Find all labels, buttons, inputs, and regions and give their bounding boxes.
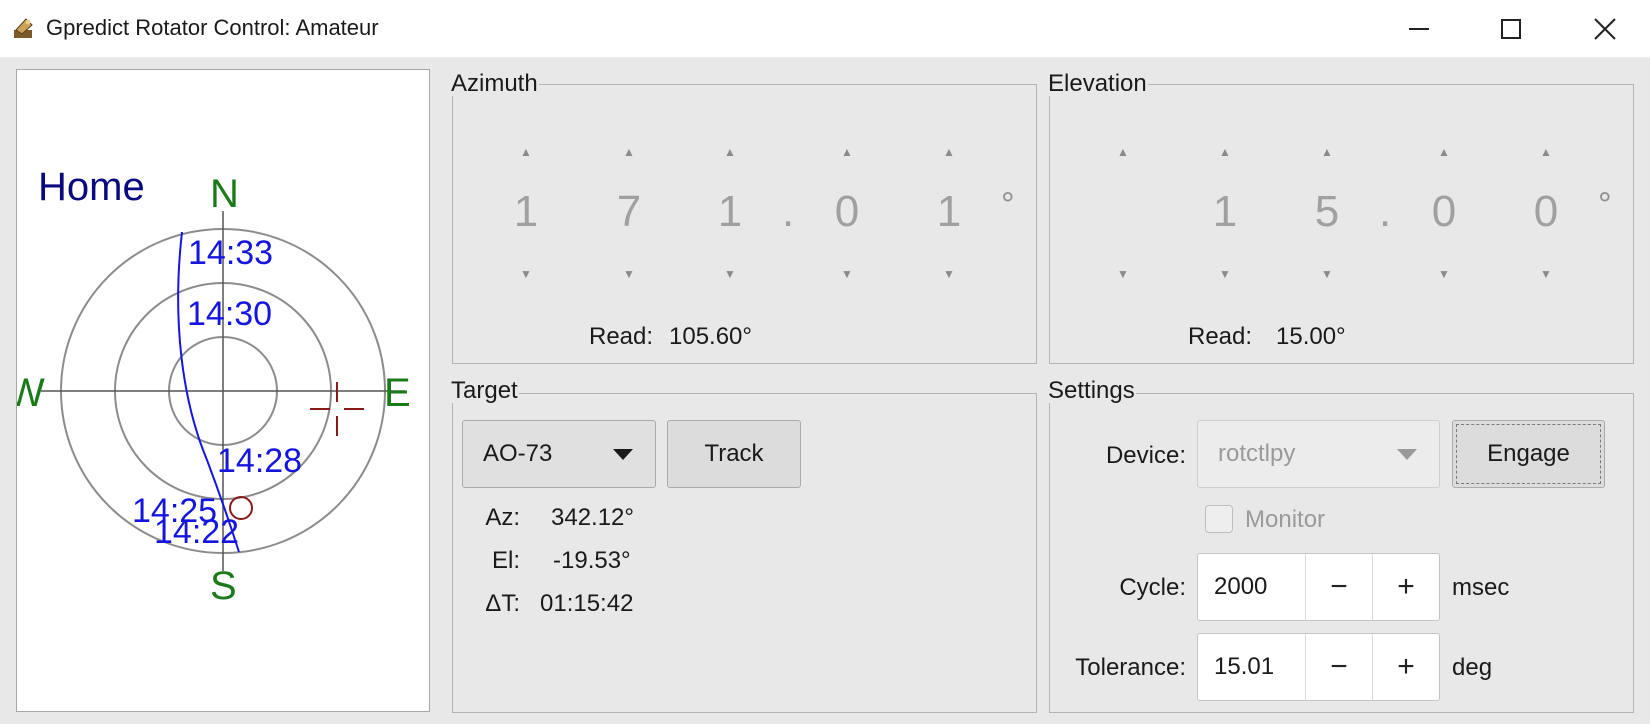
digit-down-arrow-icon[interactable]: ▼ [680, 268, 780, 280]
cycle-label: Cycle: [1119, 574, 1186, 601]
title-bar: Gpredict Rotator Control: Amateur [0, 0, 1650, 57]
tolerance-increment-button[interactable]: + [1373, 634, 1439, 700]
track-time-label: 14:30 [187, 295, 272, 333]
close-button[interactable] [1560, 0, 1650, 57]
digit-down-arrow-icon[interactable]: ▼ [1277, 268, 1377, 280]
chevron-down-icon [1397, 440, 1417, 468]
azimuth-decimal-point: . [782, 187, 795, 236]
close-icon [1594, 17, 1616, 40]
home-label: Home [38, 165, 145, 209]
track-time-label: 14:33 [188, 234, 273, 272]
digit-up-arrow-icon[interactable]: ▲ [680, 146, 780, 158]
tolerance-label: Tolerance: [1075, 654, 1186, 681]
elevation-digit-tenths[interactable]: ▲ 0 ▼ [1394, 140, 1494, 290]
maximize-icon [1501, 18, 1521, 39]
elevation-digit-hundreds[interactable]: ▲ ▼ [1073, 140, 1173, 290]
settings-title: Settings [1047, 377, 1136, 404]
target-el-value: -19.53° [553, 547, 631, 574]
polar-plot-panel: N S E W Home 14:33 14:30 14:28 14:25 14:… [16, 69, 430, 712]
device-select[interactable]: rotctlpy [1197, 420, 1440, 488]
target-dt-label: ΔT: [485, 590, 520, 617]
elevation-unit: ° [1598, 186, 1612, 224]
digit-down-arrow-icon[interactable]: ▼ [1073, 268, 1173, 280]
tolerance-unit: deg [1452, 654, 1493, 681]
satellite-dish-icon [12, 16, 36, 40]
digit-down-arrow-icon[interactable]: ▼ [797, 268, 897, 280]
window-title: Gpredict Rotator Control: Amateur [46, 15, 379, 40]
tolerance-decrement-button[interactable]: − [1306, 634, 1372, 700]
elevation-decimal-point: . [1379, 187, 1392, 236]
digit-up-arrow-icon[interactable]: ▲ [1496, 146, 1596, 158]
digit-up-arrow-icon[interactable]: ▲ [1394, 146, 1494, 158]
target-az-label: Az: [485, 504, 520, 531]
digit-down-arrow-icon[interactable]: ▼ [579, 268, 679, 280]
cycle-value: 2000 [1214, 573, 1268, 600]
rotator-position-icon [310, 382, 364, 436]
elevation-title: Elevation [1047, 70, 1148, 97]
digit-up-arrow-icon[interactable]: ▲ [899, 146, 999, 158]
digit-down-arrow-icon[interactable]: ▼ [1175, 268, 1275, 280]
azimuth-read-value: 105.60° [669, 323, 753, 350]
azimuth-unit: ° [1001, 186, 1015, 224]
track-time-label: 14:22 [154, 513, 239, 551]
elevation-read-value: 15.00° [1276, 323, 1346, 350]
azimuth-digit-hundredths[interactable]: ▲ 1 ▼ [899, 140, 999, 290]
digit-down-arrow-icon[interactable]: ▼ [899, 268, 999, 280]
target-dt-value: 01:15:42 [540, 590, 634, 617]
azimuth-title: Azimuth [450, 70, 539, 97]
engage-button[interactable]: Engage [1452, 420, 1605, 488]
digit-down-arrow-icon[interactable]: ▼ [476, 268, 576, 280]
digit-up-arrow-icon[interactable]: ▲ [476, 146, 576, 158]
elevation-digit-tens[interactable]: ▲ 1 ▼ [1175, 140, 1275, 290]
azimuth-digit-ones[interactable]: ▲ 1 ▼ [680, 140, 780, 290]
chevron-down-icon [613, 440, 633, 468]
tolerance-spinbox[interactable]: 15.01 − + [1197, 633, 1440, 701]
compass-north: N [210, 172, 239, 216]
azimuth-digit-tens[interactable]: ▲ 7 ▼ [579, 140, 679, 290]
digit-down-arrow-icon[interactable]: ▼ [1496, 268, 1596, 280]
monitor-checkbox[interactable] [1205, 505, 1233, 533]
track-time-label: 14:28 [217, 442, 302, 480]
azimuth-read-label: Read: [589, 323, 654, 350]
digit-up-arrow-icon[interactable]: ▲ [1175, 146, 1275, 158]
azimuth-digit-tenths[interactable]: ▲ 0 ▼ [797, 140, 897, 290]
minimize-icon [1409, 27, 1429, 30]
target-position-marker [229, 496, 253, 520]
device-label: Device: [1105, 442, 1186, 469]
maximize-button[interactable] [1466, 0, 1556, 57]
cycle-increment-button[interactable]: + [1373, 554, 1439, 620]
digit-down-arrow-icon[interactable]: ▼ [1394, 268, 1494, 280]
polar-plot: N S E W Home 14:33 14:30 14:28 14:25 14:… [17, 165, 411, 608]
device-select-value: rotctlpy [1218, 440, 1296, 467]
compass-west: W [17, 371, 45, 415]
satellite-select[interactable]: AO-73 [462, 420, 656, 488]
tolerance-value: 15.01 [1214, 653, 1275, 680]
elevation-digit-ones[interactable]: ▲ 5 ▼ [1277, 140, 1377, 290]
target-az-value: 342.12° [551, 504, 635, 531]
digit-up-arrow-icon[interactable]: ▲ [579, 146, 679, 158]
target-el-label: El: [491, 547, 520, 574]
target-title: Target [450, 377, 519, 404]
compass-east: E [384, 371, 411, 415]
digit-up-arrow-icon[interactable]: ▲ [1277, 146, 1377, 158]
elevation-read-label: Read: [1188, 323, 1253, 350]
cycle-unit: msec [1452, 574, 1510, 601]
elevation-digit-hundredths[interactable]: ▲ 0 ▼ [1496, 140, 1596, 290]
track-button[interactable]: Track [667, 420, 801, 488]
digit-up-arrow-icon[interactable]: ▲ [1073, 146, 1173, 158]
azimuth-digit-hundreds[interactable]: ▲ 1 ▼ [476, 140, 576, 290]
cycle-spinbox[interactable]: 2000 − + [1197, 553, 1440, 621]
monitor-label: Monitor [1245, 506, 1326, 533]
compass-south: S [210, 564, 237, 608]
satellite-select-value: AO-73 [483, 440, 553, 467]
cycle-decrement-button[interactable]: − [1306, 554, 1372, 620]
digit-up-arrow-icon[interactable]: ▲ [797, 146, 897, 158]
minimize-button[interactable] [1374, 0, 1464, 57]
